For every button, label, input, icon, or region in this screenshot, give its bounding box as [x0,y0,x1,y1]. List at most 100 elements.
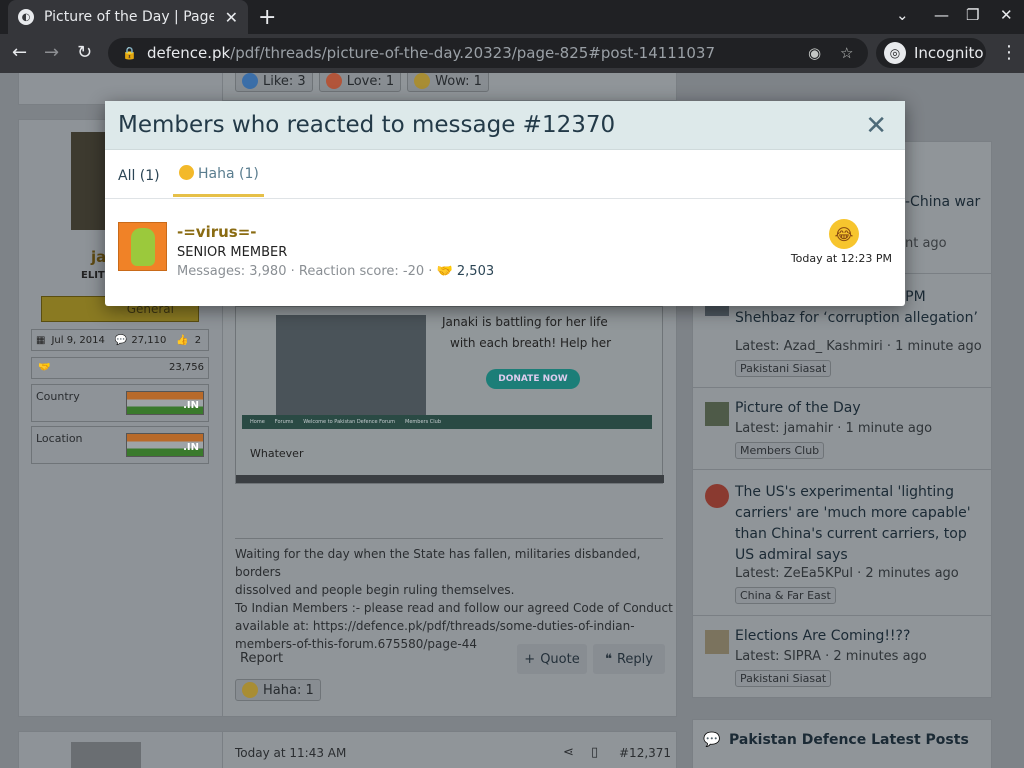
reaction-time: Today at 12:23 PM [790,252,892,265]
image-nav-members: Members Club [405,419,442,425]
member-stats: Messages: 3,980 · Reaction score: -20 · … [177,264,494,279]
handshake-icon: 🤝 [38,362,51,373]
member-avatar[interactable] [118,222,167,271]
thread-divider [693,469,991,470]
tab-close-icon[interactable]: ✕ [225,8,238,27]
reply-icon: ❝ [604,651,612,667]
reaction-haha[interactable]: Haha: 1 [235,679,321,701]
patient-photo [276,315,426,425]
calendar-icon: ▦ [36,334,46,346]
india-flag: .IN [126,433,204,457]
thread-tag[interactable]: Pakistani Siasat [735,670,832,687]
browser-menu-icon[interactable]: ⋮ [1000,42,1018,63]
signature-divider [235,538,663,539]
next-post-avatar[interactable] [71,742,141,768]
quote-button[interactable]: + Quote [517,644,587,674]
tab-title: Picture of the Day | Page 8… [44,9,214,25]
wow-icon [414,73,431,89]
plus-icon: + [524,651,536,667]
signature-line: dissolved and people begin ruling themse… [235,583,515,597]
user-stats-row: ▦ Jul 9, 2014 💬 27,110 👍 2 [31,329,209,351]
next-post-number[interactable]: #12,371 [619,746,671,760]
flag-code: .IN [183,442,199,453]
reaction-love[interactable]: Love: 1 [318,73,402,92]
member-stats-text: Messages: 3,980 · Reaction score: -20 · [177,264,433,279]
location-field: Location .IN [31,426,209,464]
thread-tag[interactable]: China & Far East [735,587,836,604]
dialog-close-icon[interactable]: ✕ [865,111,887,141]
member-title: SENIOR MEMBER [177,245,288,260]
thread-avatar[interactable] [705,402,729,426]
location-label: Location [36,432,83,445]
reaction-love-label: Love: 1 [346,73,395,89]
share-icon[interactable]: ⋖ [563,745,574,760]
thread-divider [693,387,991,388]
thread-title[interactable]: The US's experimental 'lighting carriers… [735,482,980,566]
incognito-label: Incognito [914,44,984,62]
minimize-icon[interactable]: — [934,6,949,24]
window-close-icon[interactable]: ✕ [1000,6,1013,24]
thread-avatar[interactable] [705,630,729,654]
tab-haha[interactable]: Haha (1) [179,165,259,182]
lock-icon: 🔒 [122,46,137,60]
user-name[interactable]: ja [91,248,106,266]
comments-icon: 💬 [703,732,721,748]
address-bar[interactable]: 🔒 defence.pk /pdf/threads/picture-of-the… [108,38,868,68]
haha-icon [179,165,194,180]
points-count: 23,756 [169,362,204,373]
browser-toolbar: ← → ↻ 🔒 defence.pk /pdf/threads/picture-… [0,34,1024,73]
frog-avatar-icon [131,228,155,266]
signature-link[interactable]: available at: https://defence.pk/pdf/thr… [235,617,676,635]
reaction-haha-label: Haha: 1 [263,682,314,698]
new-tab-button[interactable]: + [258,5,276,30]
bookmark-star-icon[interactable]: ☆ [840,44,853,62]
report-link[interactable]: Report [240,651,283,666]
incognito-indicator[interactable]: ◎ Incognito [876,38,986,68]
browser-tabstrip: ◐ Picture of the Day | Page 8… ✕ + ⌄ — ❐… [0,0,1024,34]
image-url-strip [236,475,664,483]
reply-label: Reply [616,651,653,667]
reaction-like[interactable]: Like: 3 [235,73,313,92]
country-field: Country .IN [31,384,209,422]
tracking-protection-icon[interactable]: ◉ [808,44,821,62]
thread-meta: Latest: SIPRA · 2 minutes ago [735,649,927,664]
image-nav-forums: Forums [274,419,294,425]
browser-tab[interactable]: ◐ Picture of the Day | Page 8… ✕ [8,0,248,34]
restore-icon[interactable]: ❐ [966,6,979,24]
member-name[interactable]: -=virus=- [177,223,257,241]
tab-all[interactable]: All (1) [118,168,160,184]
user-rank: ELIT [81,270,105,281]
post-image[interactable]: Janaki is battling for her life with eac… [235,306,664,484]
donate-button[interactable]: DONATE NOW [486,369,580,389]
site-favicon-icon: ◐ [18,9,34,25]
tab-search-icon[interactable]: ⌄ [896,6,909,24]
love-icon [325,73,342,89]
thread-avatar[interactable] [705,484,729,508]
quote-label: Quote [540,651,580,667]
messages-icon: 💬 [114,334,128,346]
handshake-icon: 🤝 [436,264,453,279]
thread-meta: Latest: ZeEa5KPul · 2 minutes ago [735,566,959,581]
latest-posts-title[interactable]: Pakistan Defence Latest Posts [729,732,969,748]
reload-icon[interactable]: ↻ [77,42,92,63]
reply-button[interactable]: ❝ Reply [593,644,665,674]
dialog-tabs: All (1) Haha (1) [105,150,905,199]
thread-tag[interactable]: Pakistani Siasat [735,360,832,377]
bookmark-icon[interactable]: ▯ [591,745,598,760]
thread-meta: Latest: Azad_ Kashmiri · 1 minute ago [735,339,982,354]
tab-haha-label: Haha (1) [198,166,259,182]
incognito-icon: ◎ [884,42,906,64]
thread-meta-partial: nt ago [905,236,947,251]
thread-tag[interactable]: Members Club [735,442,825,459]
thread-title[interactable]: Picture of the Day [735,400,861,416]
thread-title-partial[interactable]: -China war [905,194,980,210]
forward-icon[interactable]: → [44,42,59,63]
reaction-wow[interactable]: Wow: 1 [407,73,489,92]
url-path: /pdf/threads/picture-of-the-day.20323/pa… [230,44,716,62]
haha-icon [242,682,258,698]
joined-date: Jul 9, 2014 [51,334,105,346]
dialog-title: Members who reacted to message #12370 [118,112,616,138]
back-icon[interactable]: ← [12,42,27,63]
next-post-time[interactable]: Today at 11:43 AM [235,746,346,760]
thread-title[interactable]: Elections Are Coming!!?? [735,628,910,644]
